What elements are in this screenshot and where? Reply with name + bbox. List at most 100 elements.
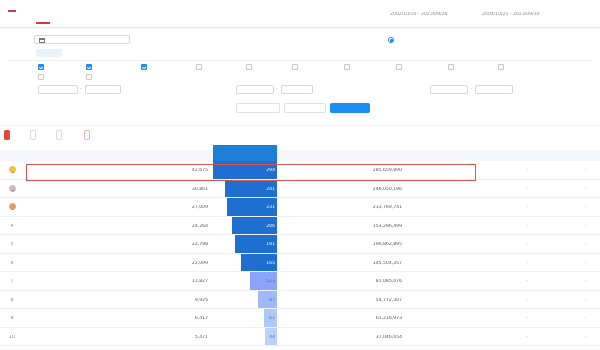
rank-number: 9 <box>10 316 14 321</box>
cell-col-1: 5,471 <box>194 334 208 340</box>
cell-col-4: 61,216,973 <box>375 316 402 321</box>
checkbox-11[interactable] <box>38 74 44 80</box>
sorted-column-header-bg <box>213 145 277 161</box>
cell-col-1: 6,417 <box>194 316 208 321</box>
rank-number: 6 <box>10 260 14 266</box>
cell-col-6: - <box>526 186 528 192</box>
cell-col-7: - <box>584 279 586 284</box>
rank-number: 4 <box>10 223 14 229</box>
cell-col-1: 24,264 <box>191 223 208 229</box>
checkbox-12[interactable] <box>86 74 92 80</box>
checkbox-2[interactable] <box>86 64 92 70</box>
cell-col-1: 27,009 <box>191 205 208 210</box>
table-row[interactable]: 8 9,925 87 54,772,307 - - <box>0 290 600 309</box>
type-chip-3[interactable] <box>96 49 112 57</box>
cell-col-7: - <box>584 297 586 303</box>
cell-col-2: 61 <box>269 316 275 321</box>
cell-col-7: - <box>584 316 586 321</box>
cell-col-1: 22,798 <box>191 242 208 247</box>
cell-col-7: - <box>584 205 586 210</box>
table-row[interactable]: 6 22,099 165 145,504,357 - - <box>0 253 600 272</box>
toolbar-button-4[interactable] <box>84 130 90 140</box>
app-root: 2002/10/10 - 2023/09/28 2004/10/21 - 202… <box>0 0 600 350</box>
cell-col-6: - <box>526 205 528 210</box>
table-header <box>0 150 600 161</box>
cell-col-7: - <box>584 223 586 229</box>
checkbox-8[interactable] <box>396 64 402 70</box>
separator <box>8 60 592 61</box>
cell-col-1: 11,827 <box>191 279 208 284</box>
ranking-table-panel: 42,675 294 285,659,890- -30,861 241 246,050,1… <box>0 126 600 350</box>
table-row[interactable]: 10 5,471 44 37,046,654 - - <box>0 327 600 346</box>
checkbox-3[interactable] <box>141 64 147 70</box>
cell-col-6: - <box>526 168 528 173</box>
cell-col-2: 44 <box>269 334 275 340</box>
rank-number: 10 <box>8 334 16 340</box>
stats-range-1: 2002/10/10 - 2023/09/28 <box>390 12 448 17</box>
table-row[interactable]: 7 11,827 123 81,085,076 - - <box>0 272 600 291</box>
cell-col-2: 123 <box>266 279 275 284</box>
cell-col-7: - <box>584 242 586 247</box>
checkbox-4[interactable] <box>196 64 202 70</box>
confirm-filter-button[interactable] <box>330 103 370 113</box>
rank-medal-icon <box>9 166 16 173</box>
checkbox-5[interactable] <box>246 64 252 70</box>
range-1-min-input[interactable] <box>38 85 78 94</box>
range-2-max-input[interactable] <box>281 85 313 94</box>
cell-col-4: 54,772,307 <box>375 297 402 303</box>
range-3-min-input[interactable] <box>430 85 468 94</box>
cell-col-1: 22,099 <box>191 260 208 266</box>
area-radio[interactable] <box>388 37 394 43</box>
stats-range-2: 2004/10/21 - 2023/09/30 <box>482 12 540 17</box>
cell-col-6: - <box>526 334 528 340</box>
table-row[interactable]: 4 24,264 206 153,296,499 - - <box>0 216 600 235</box>
table-row[interactable]: 30,861 241 246,050,196 - - <box>0 179 600 198</box>
rank-number: 8 <box>10 297 14 303</box>
cell-col-1: 9,925 <box>194 297 208 303</box>
checkbox-1[interactable] <box>38 64 44 70</box>
checkbox-6[interactable] <box>292 64 298 70</box>
range-3-dash: - <box>470 87 472 92</box>
cell-col-4: 213,769,741 <box>372 205 402 210</box>
page-title <box>8 10 16 12</box>
rank-medal-icon <box>9 184 16 192</box>
cell-col-6: - <box>526 260 528 266</box>
type-chip-1[interactable] <box>36 48 62 57</box>
cell-col-6: - <box>526 279 528 284</box>
checkbox-7[interactable] <box>344 64 350 70</box>
cell-col-6: - <box>526 242 528 247</box>
range-1-dash: - <box>80 87 82 92</box>
checkbox-10[interactable] <box>498 64 504 70</box>
table-row[interactable]: 27,009 231 213,769,741 - - <box>0 198 600 217</box>
cell-col-2: 241 <box>266 186 275 192</box>
cell-col-2: 87 <box>269 297 275 303</box>
type-chip-2[interactable] <box>66 49 92 57</box>
active-tab-indicator <box>36 22 50 24</box>
filter-button-2[interactable] <box>284 103 326 113</box>
toolbar-button-3[interactable] <box>56 130 62 140</box>
table-row[interactable]: 9 6,417 61 61,216,973 - - <box>0 309 600 328</box>
toolbar-button-1[interactable] <box>4 130 10 140</box>
checkbox-9[interactable] <box>448 64 454 70</box>
cell-col-2: 231 <box>266 205 275 210</box>
cell-col-4: 81,085,076 <box>375 279 402 284</box>
range-2-min-input[interactable] <box>236 85 274 94</box>
date-range-picker[interactable] <box>34 35 130 44</box>
cell-col-4: 145,504,357 <box>372 260 402 266</box>
type-chip-4[interactable] <box>114 49 130 57</box>
top-header: 2002/10/10 - 2023/09/28 2004/10/21 - 202… <box>0 0 600 28</box>
cell-col-4: 246,050,196 <box>372 186 402 192</box>
rank-number: 7 <box>10 279 14 284</box>
filter-button-1[interactable] <box>236 103 280 113</box>
filter-panel: - - - <box>0 29 600 125</box>
range-1-max-input[interactable] <box>85 85 121 94</box>
range-3-max-input[interactable] <box>475 85 513 94</box>
rank-number: 5 <box>10 242 14 247</box>
cell-col-2: 165 <box>266 260 275 266</box>
table-row[interactable]: 5 22,798 191 190,862,895 - - <box>0 235 600 254</box>
cell-col-4: 37,046,654 <box>375 334 402 340</box>
cell-col-6: - <box>526 223 528 229</box>
toolbar-button-2[interactable] <box>30 130 36 140</box>
highlight-box <box>26 164 476 181</box>
cell-col-1: 30,861 <box>191 186 208 192</box>
